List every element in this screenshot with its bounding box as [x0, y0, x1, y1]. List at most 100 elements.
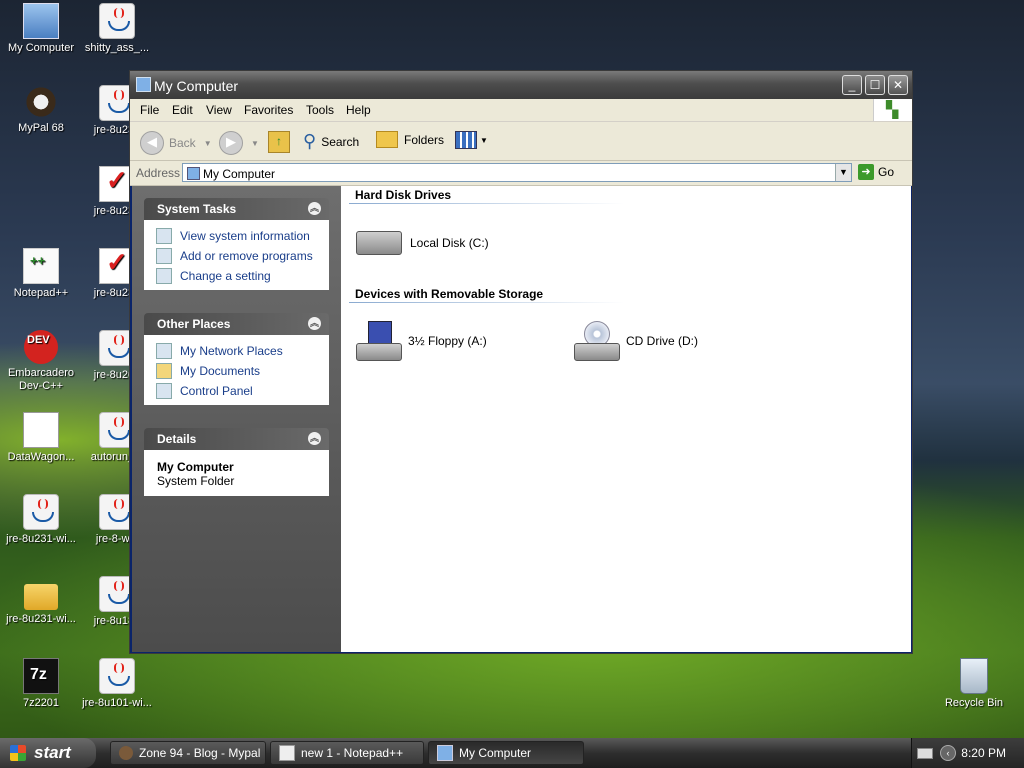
up-folder-button[interactable]: ↑ — [268, 131, 290, 153]
menu-file[interactable]: File — [140, 103, 159, 117]
task-view-system-info[interactable]: View system information — [156, 226, 329, 246]
desktop-icon-7zip[interactable]: 7z 7z2201 — [0, 658, 82, 710]
system-tasks-title: System Tasks — [157, 202, 237, 216]
computer-icon — [136, 77, 151, 92]
folder-icon — [376, 131, 398, 148]
collapse-icon[interactable]: ︽ — [308, 317, 321, 330]
desktop-icon-devcpp[interactable]: DEV Embarcadero Dev-C++ — [0, 330, 82, 393]
task-label: Change a setting — [180, 269, 271, 283]
desktop-icon-jre-folder[interactable]: jre-8u231-wi... — [0, 576, 82, 626]
desktop-icon-recycle-bin[interactable]: Recycle Bin — [933, 658, 1015, 710]
go-label: Go — [878, 165, 895, 179]
back-button[interactable]: ◀ Back ▼ — [140, 131, 212, 155]
keyboard-icon[interactable] — [917, 748, 933, 759]
chevron-down-icon: ▼ — [480, 135, 488, 145]
desktop-icon-label: My Computer — [7, 42, 75, 54]
tray-collapse-icon[interactable]: ‹ — [940, 745, 956, 761]
place-my-documents[interactable]: My Documents — [156, 361, 329, 381]
notepad-plus-plus-icon: ++ — [23, 248, 59, 284]
windows-flag-icon — [10, 745, 26, 761]
task-label: Zone 94 - Blog - Mypal — [139, 746, 261, 760]
search-icon: ⚲ — [303, 131, 317, 151]
desktop-icon-shitty-ass[interactable]: shitty_ass_... — [76, 3, 158, 55]
address-dropdown-icon[interactable]: ▼ — [835, 164, 851, 181]
collapse-icon[interactable]: ︽ — [308, 202, 321, 215]
close-button[interactable]: ✕ — [888, 75, 908, 95]
7zip-icon: 7z — [23, 658, 59, 694]
views-icon — [455, 131, 477, 149]
desktop-icon-jre-5[interactable]: jre-8u231-wi... — [0, 494, 82, 546]
drive-label: Local Disk (C:) — [410, 236, 489, 250]
menu-tools[interactable]: Tools — [306, 103, 334, 117]
taskbar: start Zone 94 - Blog - Mypal new 1 - Not… — [0, 738, 1024, 768]
menu-view[interactable]: View — [206, 103, 232, 117]
menu-edit[interactable]: Edit — [172, 103, 193, 117]
forward-button[interactable]: ▶ ▼ — [219, 131, 259, 155]
documents-icon — [156, 363, 172, 379]
details-type: System Folder — [157, 474, 235, 488]
floppy-drive-icon — [356, 321, 402, 361]
task-label: Add or remove programs — [180, 249, 313, 263]
cd-drive-icon — [574, 321, 620, 361]
panel-header[interactable]: Other Places ︽ — [144, 313, 329, 335]
address-input[interactable]: My Computer ▼ — [182, 163, 852, 182]
title-bar[interactable]: My Computer _ ☐ ✕ — [130, 71, 912, 99]
drive-cd-d[interactable]: CD Drive (D:) — [574, 321, 698, 361]
place-control-panel[interactable]: Control Panel — [156, 381, 329, 401]
desktop-icon-mypal[interactable]: MyPal 68 — [0, 85, 82, 135]
task-pane: System Tasks ︽ View system information A… — [132, 186, 341, 652]
go-arrow-icon: ➜ — [858, 164, 874, 180]
java-icon — [99, 658, 135, 694]
taskbar-button-notepadpp[interactable]: new 1 - Notepad++ — [270, 741, 424, 765]
details-panel: Details ︽ My Computer System Folder — [144, 428, 329, 496]
address-bar: Address My Computer ▼ ➜ Go — [130, 161, 912, 186]
address-label: Address — [136, 166, 181, 180]
minimize-button[interactable]: _ — [842, 75, 862, 95]
add-remove-icon — [156, 248, 172, 264]
notepad-plus-plus-icon — [279, 745, 295, 761]
system-tray: ‹ 8:20 PM — [911, 738, 1024, 768]
clock[interactable]: 8:20 PM — [961, 746, 1006, 760]
my-computer-window[interactable]: My Computer _ ☐ ✕ File Edit View Favorit… — [129, 70, 913, 654]
taskbar-button-mypal[interactable]: Zone 94 - Blog - Mypal — [110, 741, 266, 765]
search-button[interactable]: ⚲ Search — [303, 131, 359, 152]
task-change-setting[interactable]: Change a setting — [156, 266, 329, 286]
place-my-network-places[interactable]: My Network Places — [156, 341, 329, 361]
back-arrow-icon: ◀ — [140, 131, 164, 155]
task-add-remove-programs[interactable]: Add or remove programs — [156, 246, 329, 266]
sevenzip-badge: 7z — [30, 666, 47, 683]
desktop-icon-my-computer[interactable]: My Computer — [0, 3, 82, 55]
recycle-bin-icon — [960, 658, 988, 694]
panel-header[interactable]: System Tasks ︽ — [144, 198, 329, 220]
other-places-title: Other Places — [157, 317, 231, 331]
desktop-icon-datawagon[interactable]: DataWagon... — [0, 412, 82, 464]
drive-floppy-a[interactable]: 3½ Floppy (A:) — [356, 321, 487, 361]
collapse-icon[interactable]: ︽ — [308, 432, 321, 445]
desktop-icon-label: jre-8u101-wi... — [82, 697, 152, 709]
group-divider — [349, 302, 624, 303]
folders-button[interactable]: Folders — [376, 131, 444, 148]
java-icon — [23, 494, 59, 530]
panel-header[interactable]: Details ︽ — [144, 428, 329, 450]
system-info-icon — [156, 228, 172, 244]
hard-disk-icon — [356, 231, 402, 255]
place-label: My Network Places — [180, 344, 283, 358]
maximize-button[interactable]: ☐ — [865, 75, 885, 95]
menu-help[interactable]: Help — [346, 103, 371, 117]
forward-arrow-icon: ▶ — [219, 131, 243, 155]
desktop-icon-jre-8[interactable]: jre-8u101-wi... — [76, 658, 158, 710]
folder-icon — [24, 584, 58, 610]
menu-favorites[interactable]: Favorites — [244, 103, 293, 117]
content-pane: Hard Disk Drives Local Disk (C:) Devices… — [341, 186, 911, 652]
computer-icon — [437, 745, 453, 761]
taskbar-button-my-computer[interactable]: My Computer — [428, 741, 584, 765]
views-button[interactable]: ▼ — [455, 131, 488, 149]
address-value: My Computer — [203, 167, 276, 181]
computer-icon — [187, 167, 200, 180]
desktop-icon-notepadpp[interactable]: ++ Notepad++ — [0, 248, 82, 300]
computer-icon — [23, 3, 59, 39]
start-button[interactable]: start — [0, 738, 96, 768]
network-icon — [156, 343, 172, 359]
go-button[interactable]: ➜ Go — [858, 164, 894, 180]
drive-local-disk-c[interactable]: Local Disk (C:) — [356, 231, 489, 255]
